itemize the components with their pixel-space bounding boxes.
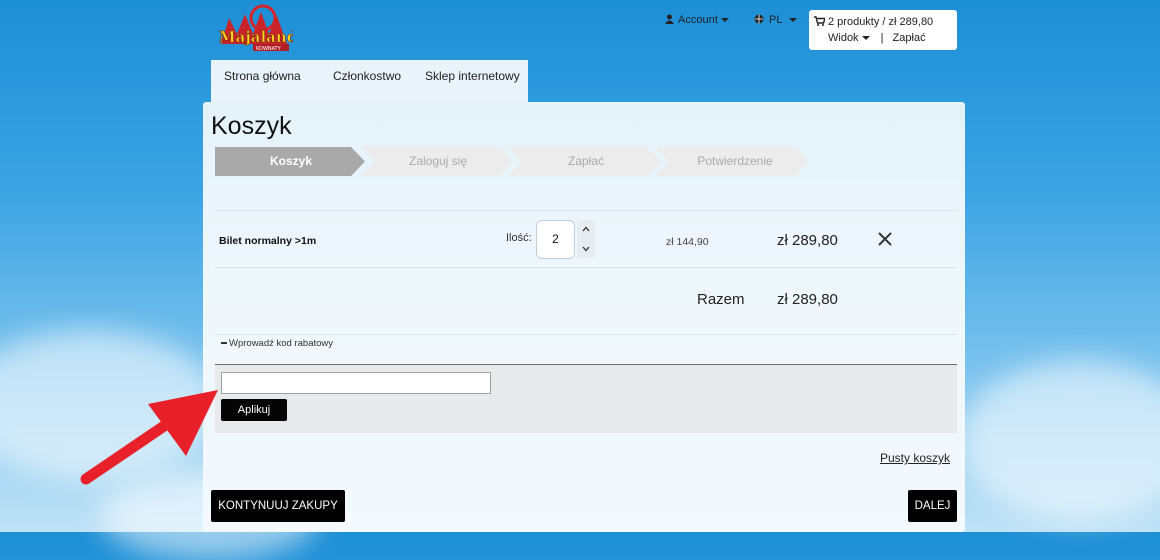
language-menu[interactable]: PL — [754, 14, 798, 26]
cart-icon — [814, 16, 826, 26]
background-cloud — [960, 360, 1160, 520]
divider — [215, 334, 957, 335]
user-icon — [665, 14, 674, 24]
quantity-label: Ilość: — [506, 232, 532, 244]
nav-tab-membership[interactable]: Członkostwo — [333, 69, 401, 83]
language-label: PL — [769, 14, 783, 26]
total-label: Razem — [697, 291, 745, 308]
remove-item-icon[interactable] — [875, 229, 895, 249]
step-cart: Koszyk — [269, 154, 313, 168]
step-confirmation: Potwierdzenie — [697, 154, 773, 168]
page-title: Koszyk — [211, 112, 292, 140]
chevron-down-icon — [789, 18, 798, 23]
quantity-input[interactable]: 2 — [536, 220, 575, 259]
chevron-up-icon[interactable] — [582, 226, 590, 232]
quantity-stepper[interactable] — [577, 220, 595, 258]
cart-pay-button[interactable]: Zapłać — [893, 32, 926, 44]
promo-code-toggle[interactable]: Wprowadź kod rabatowy — [221, 338, 333, 349]
promo-toggle-label: Wprowadź kod rabatowy — [229, 338, 334, 349]
promo-code-section: Aplikuj — [215, 364, 957, 433]
divider — [215, 210, 957, 211]
annotation-arrow-icon — [80, 390, 218, 485]
continue-shopping-button[interactable]: KONTYNUUJ ZAKUPY — [211, 490, 345, 522]
next-button[interactable]: DALEJ — [908, 490, 957, 522]
apply-promo-button[interactable]: Aplikuj — [221, 399, 287, 421]
unit-price: zł 144,90 — [666, 236, 709, 248]
nav-tab-home[interactable]: Strona główna — [224, 69, 301, 83]
promo-code-input[interactable] — [221, 372, 491, 394]
total-value: zł 289,80 — [777, 291, 838, 308]
svg-text:Majaland: Majaland — [219, 28, 293, 46]
nav-tab-shop[interactable]: Sklep internetowy — [425, 69, 520, 83]
chevron-down-icon[interactable] — [582, 246, 590, 252]
mini-cart: 2 produkty / zł 289,80 Widok | Zapłać — [809, 10, 957, 50]
cart-view-button[interactable]: Widok — [828, 32, 859, 44]
line-total: zł 289,80 — [777, 232, 838, 249]
account-menu[interactable]: Account — [665, 14, 729, 26]
minus-icon — [221, 342, 227, 345]
step-pay: Zapłać — [567, 154, 605, 168]
item-name: Bilet normalny >1m — [219, 235, 317, 247]
main-navigation: Strona główna Członkostwo Sklep internet… — [211, 60, 528, 102]
majaland-logo[interactable]: Majaland KOWNATY — [215, 4, 293, 52]
cart-panel: Koszyk Koszyk Zaloguj się Zapłać Potwier… — [203, 102, 965, 532]
cart-separator: | — [880, 32, 884, 44]
step-login: Zaloguj się — [408, 154, 468, 168]
cart-summary[interactable]: 2 produkty / zł 289,80 — [828, 16, 933, 28]
divider — [215, 267, 957, 268]
account-label: Account — [678, 14, 718, 26]
chevron-down-icon — [861, 36, 870, 41]
empty-cart-link[interactable]: Pusty koszyk — [880, 451, 950, 465]
svg-text:KOWNATY: KOWNATY — [256, 46, 282, 52]
chevron-down-icon — [720, 18, 729, 23]
globe-icon — [754, 14, 764, 24]
